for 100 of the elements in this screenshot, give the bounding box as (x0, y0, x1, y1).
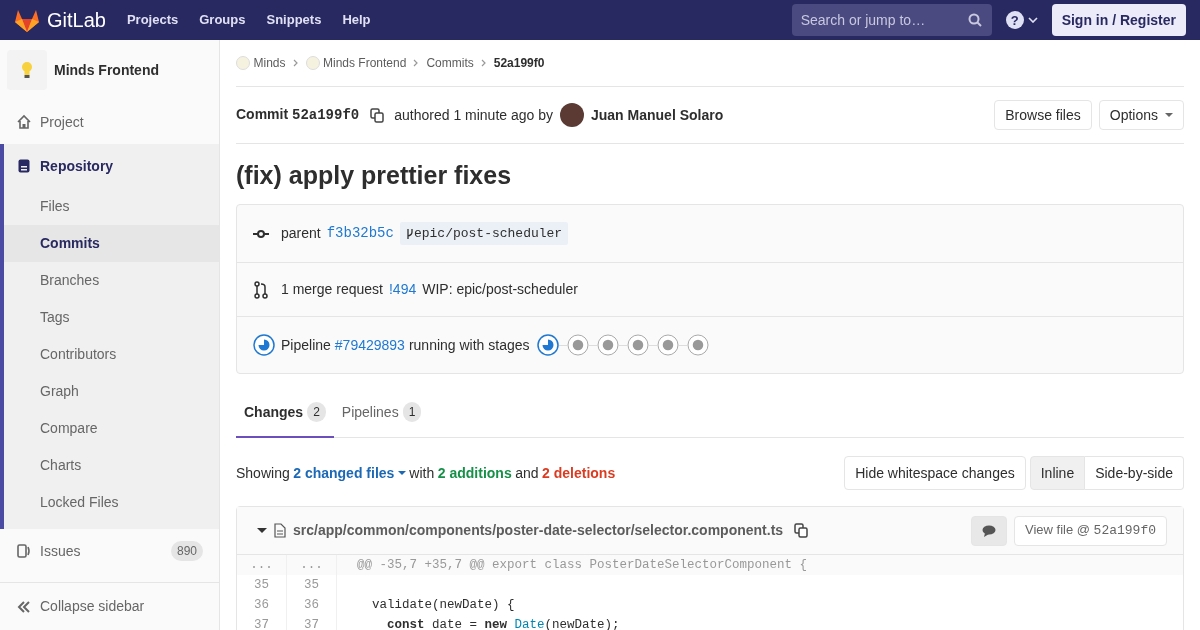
view-toggle-button[interactable]: Inline (1029, 456, 1086, 490)
sidebar-subitem[interactable]: Commits (4, 225, 219, 262)
sidebar-item[interactable]: Project (0, 100, 219, 144)
branch-icon (405, 227, 414, 240)
lightbulb-icon (21, 61, 33, 79)
authored-text: authored 1 minute ago by (394, 105, 553, 125)
logo-text[interactable]: GitLab (47, 5, 106, 35)
fox-logo-icon (14, 8, 40, 32)
breadcrumb-link[interactable]: Commits (426, 54, 474, 72)
project-avatar (236, 56, 250, 70)
chevron-down-icon (1027, 17, 1038, 23)
sidebar-subitem[interactable]: Branches (4, 262, 219, 299)
tab[interactable]: Pipelines 1 (333, 388, 430, 438)
stats-text: Showing (236, 463, 290, 483)
sidebar-subitem[interactable]: Compare (4, 410, 219, 447)
code-line: @@ -35,7 +35,7 @@ export class PosterDateSelectorComponent { (356, 557, 808, 574)
copy-button[interactable] (793, 523, 808, 538)
help-icon: ? (1005, 11, 1024, 29)
created-status-icon (567, 334, 590, 356)
merge-request-icon (253, 280, 269, 299)
help-dropdown[interactable]: ? (1005, 11, 1038, 29)
search-icon (967, 13, 982, 27)
stage-button[interactable] (627, 334, 650, 356)
line-number: 36 (237, 595, 287, 615)
pipeline-status-text: running with stages (408, 335, 530, 355)
breadcrumb-link[interactable]: Minds Frontend (305, 54, 407, 72)
caret-icon (1165, 112, 1173, 118)
search-field[interactable]: Search or jump to… (791, 4, 992, 36)
sidebar-subitem[interactable]: Contributors (4, 336, 219, 373)
avatar (560, 103, 584, 127)
view-toggle-button[interactable]: Hide whitespace changes (844, 456, 1026, 490)
view-file-button[interactable]: View file @ 52a199f0 (1014, 515, 1167, 546)
sidebar-item[interactable]: Issues 890 (0, 529, 219, 573)
code-line: const date = new Date(newDate); (386, 617, 620, 630)
created-status-icon (597, 334, 620, 356)
sidebar-subitem[interactable]: Tags (4, 299, 219, 336)
header-button[interactable]: Browse files (994, 100, 1092, 130)
repository-icon (16, 158, 32, 174)
chevron-icon (292, 59, 299, 67)
commit-link[interactable]: f3b32b5c (326, 223, 394, 244)
breadcrumb-link[interactable]: Minds (236, 54, 286, 72)
line-number: 35 (287, 575, 337, 595)
line-number: 37 (237, 615, 287, 630)
sidebar-item[interactable]: Repository (4, 144, 219, 188)
caret-icon (397, 470, 406, 476)
count-badge: 2 (307, 402, 326, 422)
stage-button[interactable] (537, 334, 560, 356)
sidebar-subitem[interactable]: Locked Files (4, 484, 219, 521)
commit-title: (fix) apply prettier fixes (236, 160, 513, 190)
changed-files-dropdown[interactable]: 2 changed files (293, 462, 406, 484)
author-link[interactable]: Juan Manuel Solaro (591, 104, 724, 126)
merge-request-link[interactable]: !494 (388, 279, 417, 300)
created-status-icon (657, 334, 680, 356)
file-icon (274, 523, 286, 538)
nav-link[interactable]: Help (342, 10, 371, 30)
double-chevron-icon (16, 598, 32, 615)
issues-icon (16, 543, 32, 559)
running-status-icon (537, 334, 560, 356)
line-number: 35 (237, 575, 287, 595)
copy-icon (793, 523, 808, 538)
comment-button[interactable] (971, 515, 1007, 546)
deletions-count: 2 deletions (542, 463, 616, 483)
commit-label: Commit 52a199f0 (236, 105, 360, 125)
copy-button[interactable] (369, 107, 384, 123)
stage-button[interactable] (687, 334, 710, 356)
pipeline-label: Pipeline (281, 335, 331, 355)
stats-text: and (515, 463, 539, 483)
commit-icon (253, 228, 269, 239)
view-toggle-button[interactable]: Side-by-side (1085, 456, 1184, 490)
project-avatar (305, 56, 320, 70)
nav-link[interactable]: Snippets (266, 10, 322, 30)
sidebar-subitem[interactable]: Charts (4, 447, 219, 484)
stage-button[interactable] (597, 334, 620, 356)
file-path: src/app/common/components/poster-date-selector/selector.component.ts (293, 521, 784, 540)
count-badge: 1 (402, 402, 422, 422)
project-icon (16, 114, 32, 130)
line-number: ... (287, 555, 337, 575)
sign-in-button[interactable]: Sign in / Register (1051, 4, 1186, 36)
stage-button[interactable] (657, 334, 680, 356)
additions-count: 2 additions (437, 463, 512, 483)
chevron-icon (480, 59, 487, 67)
pipeline-link[interactable]: #79429893 (334, 334, 405, 356)
code-line: validate(newDate) { (371, 597, 515, 614)
header-button[interactable]: Options (1098, 100, 1184, 130)
created-status-icon (627, 334, 650, 356)
project-name: Minds Frontend (54, 60, 159, 80)
nav-link[interactable]: Projects (126, 10, 179, 30)
chevron-icon (413, 59, 420, 67)
nav-link[interactable]: Groups (199, 10, 246, 30)
collapse-toggle[interactable] (257, 527, 267, 534)
sidebar-subitem[interactable]: Graph (4, 373, 219, 410)
stage-button[interactable] (567, 334, 590, 356)
line-number: ... (237, 555, 287, 575)
tab[interactable]: Changes 2 (236, 388, 334, 438)
sidebar-subitem[interactable]: Files (4, 188, 219, 225)
stats-text: with (409, 463, 435, 483)
collapse-sidebar-button[interactable]: Collapse sidebar (0, 582, 219, 630)
line-number: 36 (287, 595, 337, 615)
line-number: 37 (287, 615, 337, 630)
breadcrumb-link[interactable]: 52a199f0 (493, 54, 545, 72)
